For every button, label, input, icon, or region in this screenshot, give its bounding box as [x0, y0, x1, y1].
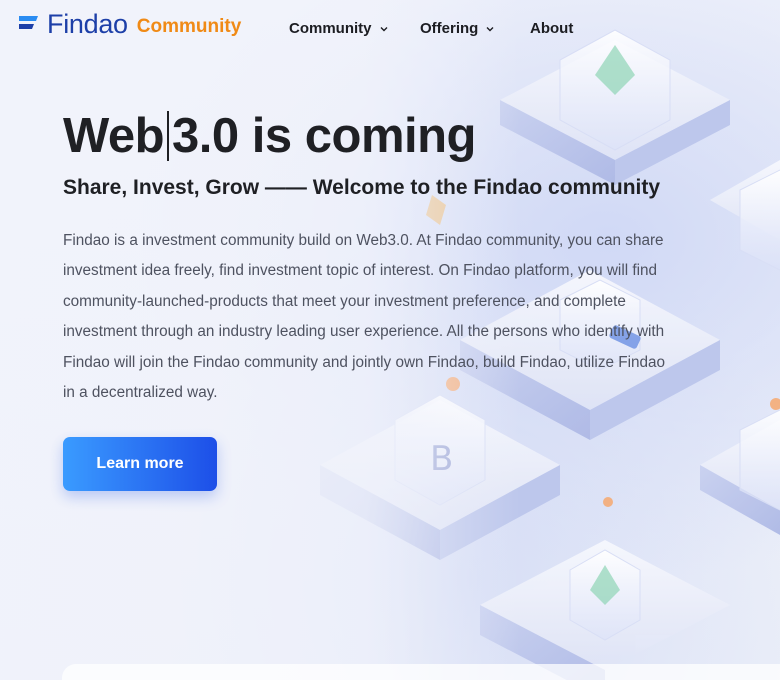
brand-name: Findao: [47, 9, 128, 39]
hero-title: Web 3.0 is coming: [63, 108, 476, 164]
chevron-down-icon: [486, 26, 494, 31]
hero-description: Findao is a investment community build o…: [63, 232, 666, 402]
learn-more-button[interactable]: Learn more: [63, 437, 217, 491]
top-nav: Findao Community Community Offering Abou…: [0, 0, 780, 58]
nav-community[interactable]: Community: [289, 20, 389, 37]
nav-community-label: Community: [289, 20, 372, 37]
nav-offering[interactable]: Offering: [420, 20, 495, 37]
hero-title-part2: 3.0 is coming: [172, 109, 476, 163]
nav-about-label: About: [530, 20, 574, 37]
brand-subtitle: Community: [136, 16, 242, 37]
hero-subtitle: Share, Invest, Grow —— Welcome to the Fi…: [63, 176, 661, 199]
brand-logo[interactable]: Findao Community: [16, 9, 241, 40]
hero-title-part1: Web: [63, 109, 165, 163]
chevron-down-icon: [380, 26, 387, 31]
findao-logo-icon: [16, 13, 40, 37]
nav-offering-label: Offering: [420, 20, 479, 37]
typing-caret: [167, 111, 170, 161]
nav-about[interactable]: About: [530, 20, 573, 37]
content-card-edge: [62, 664, 780, 680]
